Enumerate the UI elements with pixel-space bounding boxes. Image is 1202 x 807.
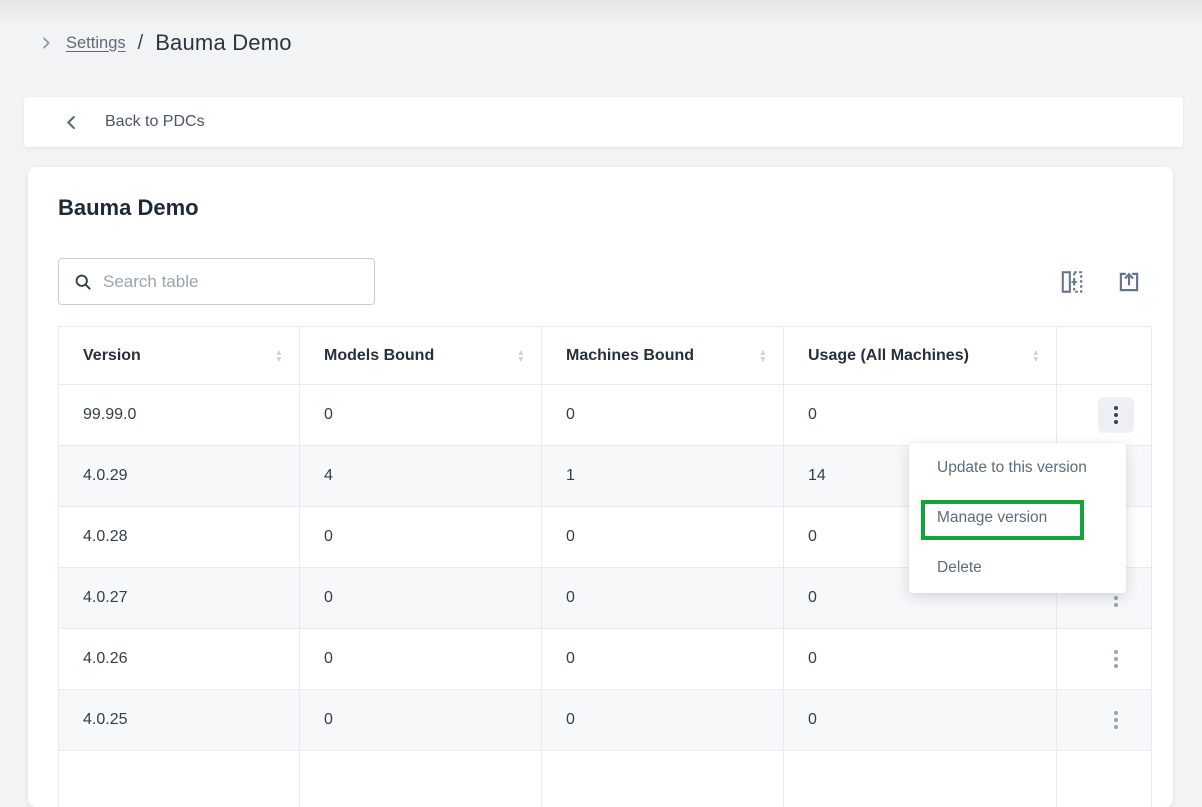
table-row-partial	[59, 751, 1152, 807]
cell-version: 99.99.0	[59, 385, 300, 446]
table-search	[58, 258, 375, 305]
manage-columns-button[interactable]	[1058, 268, 1086, 296]
cell-machines-bound: 0	[542, 629, 784, 690]
sort-icon[interactable]: ▲▼	[517, 349, 525, 363]
cell-machines-bound: 0	[542, 690, 784, 751]
breadcrumb-current-page: Bauma Demo	[155, 30, 292, 56]
export-icon[interactable]	[1115, 268, 1143, 296]
chevron-left-icon	[62, 113, 81, 132]
cell-models-bound: 4	[300, 446, 542, 507]
cell-models-bound: 0	[300, 690, 542, 751]
column-header-actions	[1057, 327, 1152, 385]
cell-version: 4.0.25	[59, 690, 300, 751]
row-actions-kebab-icon[interactable]	[1098, 641, 1134, 677]
cell-machines-bound: 0	[542, 385, 784, 446]
cell-version: 4.0.27	[59, 568, 300, 629]
page: { "breadcrumb": { "link": "Settings", "s…	[0, 0, 1202, 757]
sort-icon[interactable]: ▲▼	[759, 349, 767, 363]
cell-version: 4.0.28	[59, 507, 300, 568]
cell-usage: 0	[784, 690, 1057, 751]
breadcrumb: Settings / Bauma Demo	[38, 30, 292, 56]
chevron-right-icon	[38, 35, 54, 51]
breadcrumb-separator: /	[138, 32, 144, 55]
row-context-menu: Update to this version Manage version De…	[909, 443, 1126, 593]
breadcrumb-settings-link[interactable]: Settings	[66, 34, 126, 53]
cell-models-bound: 0	[300, 385, 542, 446]
cell-machines-bound: 1	[542, 446, 784, 507]
cell-version: 4.0.29	[59, 446, 300, 507]
page-title: Bauma Demo	[58, 195, 199, 221]
table-row: 99.99.0 0 0 0	[59, 385, 1152, 446]
cell-version: 4.0.26	[59, 629, 300, 690]
back-to-pdcs-button[interactable]: Back to PDCs	[24, 97, 1183, 147]
cell-models-bound: 0	[300, 507, 542, 568]
column-header-machines-bound[interactable]: Machines Bound▲▼	[542, 327, 784, 385]
sort-icon[interactable]: ▲▼	[1032, 349, 1040, 363]
cell-models-bound: 0	[300, 629, 542, 690]
menu-item-manage-version[interactable]: Manage version	[909, 493, 1126, 543]
search-icon	[73, 272, 93, 292]
menu-item-delete[interactable]: Delete	[909, 543, 1126, 593]
cell-models-bound: 0	[300, 568, 542, 629]
table-row: 4.0.26 0 0 0	[59, 629, 1152, 690]
cell-usage: 0	[784, 385, 1057, 446]
row-actions-kebab-icon[interactable]	[1098, 397, 1134, 433]
cell-machines-bound: 0	[542, 568, 784, 629]
row-actions-kebab-icon[interactable]	[1098, 702, 1134, 738]
column-header-models-bound[interactable]: Models Bound▲▼	[300, 327, 542, 385]
column-header-version[interactable]: Version▲▼	[59, 327, 300, 385]
table-header-row: Version▲▼ Models Bound▲▼ Machines Bound▲…	[59, 327, 1152, 385]
column-header-usage[interactable]: Usage (All Machines)▲▼	[784, 327, 1057, 385]
cell-usage: 0	[784, 629, 1057, 690]
sort-icon[interactable]: ▲▼	[275, 349, 283, 363]
cell-machines-bound: 0	[542, 507, 784, 568]
back-to-pdcs-label: Back to PDCs	[105, 113, 205, 131]
menu-item-update-to-this-version[interactable]: Update to this version	[909, 443, 1126, 493]
table-row: 4.0.25 0 0 0	[59, 690, 1152, 751]
search-input[interactable]	[103, 272, 362, 292]
